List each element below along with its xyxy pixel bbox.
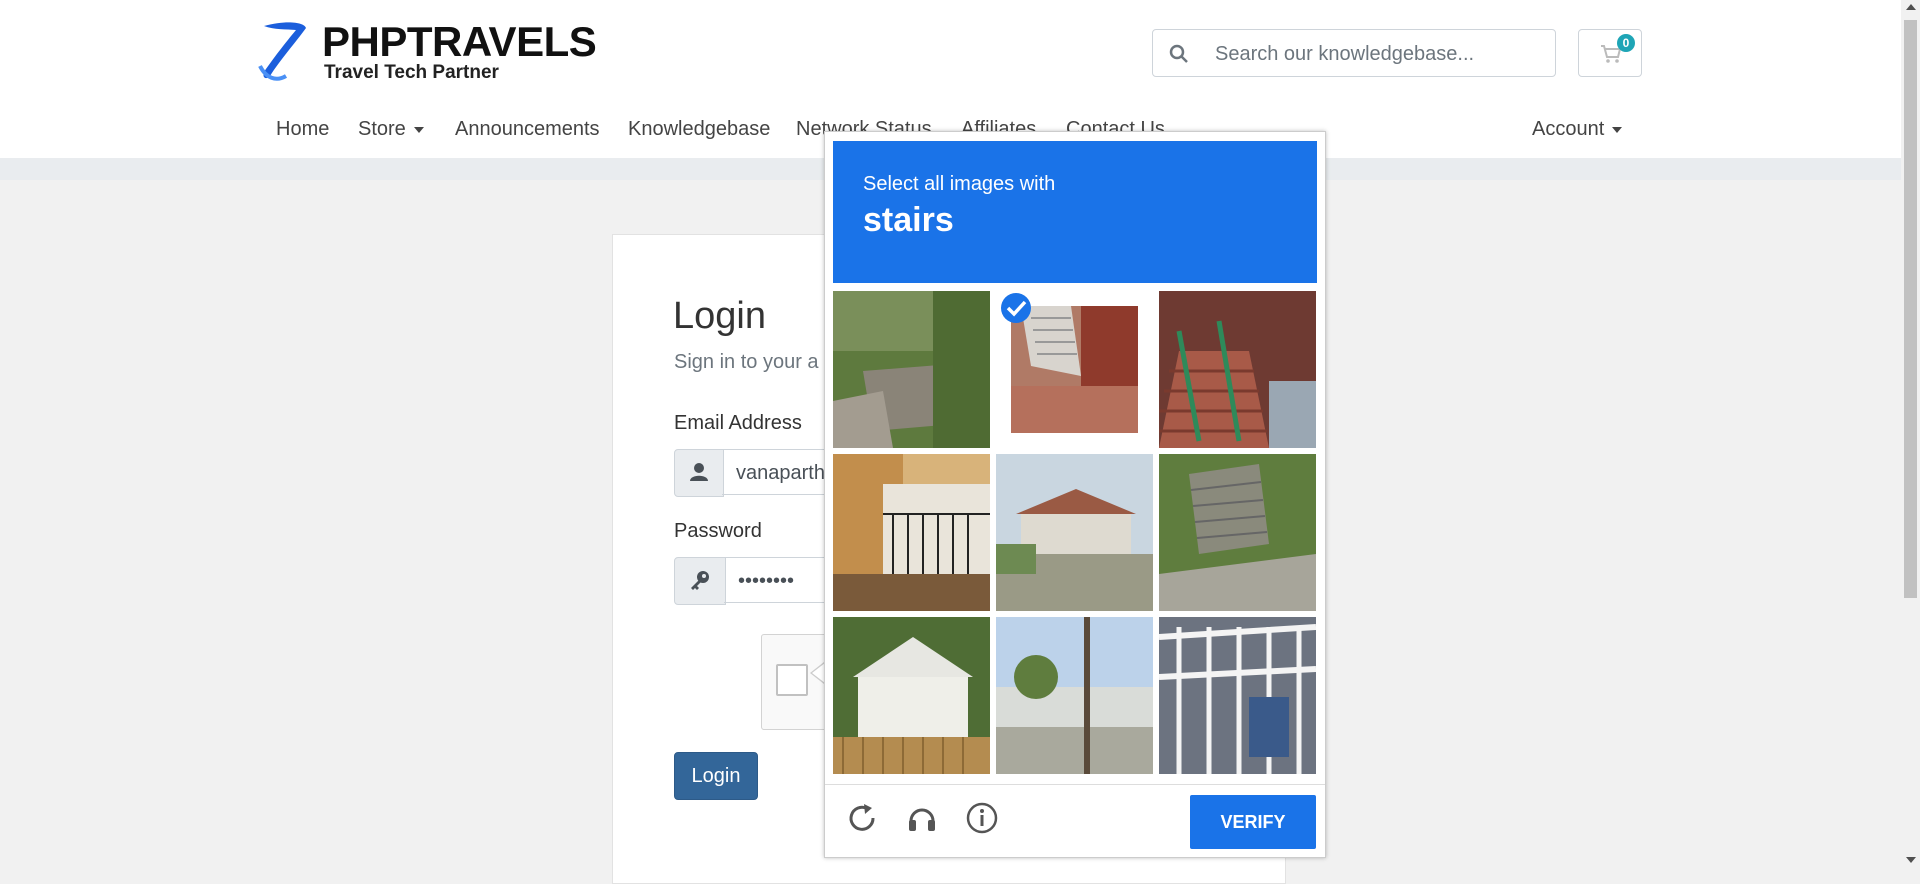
- login-button[interactable]: Login: [674, 752, 758, 800]
- captcha-image: [1159, 617, 1316, 774]
- captcha-image: [996, 454, 1153, 611]
- logo[interactable]: PHPTRAVELS Travel Tech Partner: [256, 20, 597, 86]
- reload-icon[interactable]: [845, 801, 879, 835]
- captcha-tile-3[interactable]: [1159, 291, 1316, 448]
- captcha-image: [833, 291, 990, 448]
- search-input[interactable]: [1213, 38, 1547, 70]
- logo-mark-icon: [258, 22, 306, 81]
- captcha-image: [1159, 454, 1316, 611]
- captcha-tile-9[interactable]: [1159, 617, 1316, 774]
- chevron-down-icon: [1612, 126, 1623, 133]
- captcha-image: [833, 454, 990, 611]
- cart-button[interactable]: 0: [1578, 29, 1642, 77]
- captcha-keyword: stairs: [863, 201, 954, 239]
- scroll-down-arrow-icon[interactable]: [1906, 857, 1916, 863]
- key-icon-addon: [674, 557, 726, 605]
- captcha-tile-5[interactable]: [996, 454, 1153, 611]
- chevron-down-icon: [413, 126, 424, 133]
- user-icon-addon: [674, 449, 724, 497]
- check-icon: [1001, 293, 1031, 323]
- password-label: Password: [674, 520, 762, 542]
- captcha-tile-8[interactable]: [996, 617, 1153, 774]
- knowledgebase-search[interactable]: [1152, 29, 1556, 77]
- login-title: Login: [673, 295, 766, 337]
- nav-store[interactable]: Store: [358, 118, 424, 141]
- captcha-header: Select all images with stairs: [833, 141, 1317, 283]
- nav-account[interactable]: Account: [1532, 118, 1623, 141]
- nav-account-label: Account: [1532, 118, 1605, 140]
- cart-count-badge: 0: [1617, 34, 1635, 52]
- key-icon: [691, 571, 709, 590]
- captcha-image: [833, 617, 990, 774]
- search-icon: [1169, 44, 1188, 63]
- scroll-up-arrow-icon[interactable]: [1906, 4, 1916, 10]
- logo-title: PHPTRAVELS: [322, 18, 597, 65]
- info-icon[interactable]: [965, 801, 999, 835]
- captcha-instruction: Select all images with: [863, 173, 1056, 195]
- user-icon: [690, 463, 708, 481]
- nav-home[interactable]: Home: [276, 118, 329, 141]
- audio-icon[interactable]: [905, 801, 939, 835]
- nav-knowledgebase[interactable]: Knowledgebase: [628, 118, 770, 141]
- captcha-image-grid: [833, 291, 1317, 775]
- logo-subtitle: Travel Tech Partner: [324, 62, 499, 83]
- verify-button[interactable]: VERIFY: [1190, 795, 1316, 849]
- captcha-tile-1[interactable]: [833, 291, 990, 448]
- captcha-tile-6[interactable]: [1159, 454, 1316, 611]
- scroll-thumb[interactable]: [1904, 20, 1917, 598]
- captcha-image: [1159, 291, 1316, 448]
- recaptcha-checkbox[interactable]: [776, 664, 808, 696]
- captcha-footer: VERIFY: [825, 784, 1325, 859]
- email-label: Email Address: [674, 412, 802, 434]
- nav-store-label: Store: [358, 118, 406, 140]
- nav-announcements[interactable]: Announcements: [455, 118, 600, 141]
- login-subtitle: Sign in to your a: [674, 351, 819, 373]
- captcha-image: [996, 617, 1153, 774]
- captcha-tile-7[interactable]: [833, 617, 990, 774]
- page-scrollbar[interactable]: [1901, 0, 1920, 869]
- captcha-challenge: Select all images with stairs VERIFY: [824, 131, 1326, 858]
- captcha-tile-4[interactable]: [833, 454, 990, 611]
